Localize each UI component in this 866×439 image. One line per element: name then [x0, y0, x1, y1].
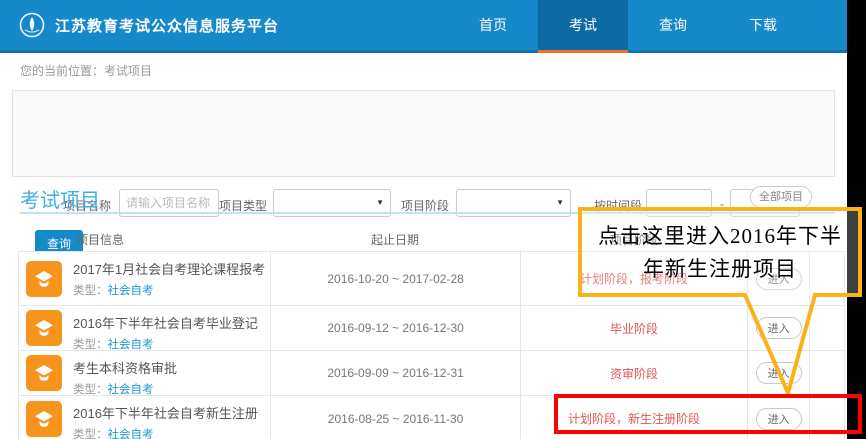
graduation-cap-icon: [34, 363, 54, 383]
project-type: 类型：社会自考: [73, 426, 270, 439]
project-type-link[interactable]: 社会自考: [108, 429, 154, 439]
annotation-highlight-rect: [554, 394, 862, 434]
project-info-cell: 考生本科资格审批类型：社会自考: [19, 351, 270, 395]
date-range-cell: 2016-09-09 ~ 2016-12-31: [270, 351, 519, 395]
all-projects-button[interactable]: 全部项目: [750, 186, 812, 208]
callout-text-line1: 点击这里进入2016年下半: [598, 224, 842, 248]
project-icon: [26, 310, 62, 346]
date-range-cell: 2016-09-12 ~ 2016-12-30: [270, 306, 519, 350]
project-type-prefix: 类型：: [73, 339, 108, 351]
graduation-cap-icon: [34, 269, 54, 289]
project-info-cell: 2016年下半年社会自考毕业登记类型：社会自考: [19, 306, 270, 350]
caret-down-icon: ▼: [376, 199, 384, 207]
section-title: 考试项目: [20, 184, 100, 213]
project-icon: [26, 401, 62, 437]
col-header-date-range: 起止日期: [270, 231, 520, 248]
filter-panel: 项目名称 项目类型 ▼ 项目阶段 ▼ 按时间段 - 查询: [12, 90, 835, 177]
nav-tab[interactable]: 下载: [718, 0, 808, 53]
project-type-prefix: 类型：: [73, 285, 108, 297]
project-type: 类型：社会自考: [73, 336, 270, 352]
project-title: 2016年下半年社会自考新生注册: [73, 403, 270, 422]
top-navigation-bar: 江苏教育考试公众信息服务平台 首页考试查询下载: [0, 0, 847, 53]
project-type-link[interactable]: 社会自考: [108, 285, 154, 297]
annotation-callout-tail: [560, 293, 866, 399]
project-icon: [26, 355, 62, 391]
brand: 江苏教育考试公众信息服务平台: [18, 0, 279, 50]
project-info-cell: 2017年1月社会自考理论课程报考类型：社会自考: [19, 252, 270, 305]
nav-tab[interactable]: 考试: [538, 0, 628, 53]
nav-tabs: 首页考试查询下载: [448, 0, 808, 53]
emblem-torch-icon: [18, 11, 46, 39]
graduation-cap-icon: [34, 318, 54, 338]
col-header-project-info: 项目信息: [76, 231, 124, 248]
project-type: 类型：社会自考: [73, 381, 270, 397]
caret-down-icon: ▼: [556, 199, 564, 207]
screenshot-root: 江苏教育考试公众信息服务平台 首页考试查询下载 您的当前位置：考试项目 项目名称…: [0, 0, 866, 439]
annotation-callout: 点击这里进入2016年下半 年新生注册项目: [578, 207, 862, 297]
callout-text-line2: 年新生注册项目: [643, 257, 797, 281]
project-info-cell: 2016年下半年社会自考新生注册类型：社会自考: [19, 396, 270, 439]
project-type-prefix: 类型：: [73, 429, 108, 439]
nav-tab[interactable]: 首页: [448, 0, 538, 53]
date-range-cell: 2016-08-25 ~ 2016-11-30: [270, 396, 519, 439]
project-title: 考生本科资格审批: [73, 358, 270, 377]
project-title: 2017年1月社会自考理论课程报考: [73, 259, 270, 278]
graduation-cap-icon: [34, 409, 54, 429]
project-type-link[interactable]: 社会自考: [108, 339, 154, 351]
project-type-prefix: 类型：: [73, 384, 108, 396]
date-range-cell: 2016-10-20 ~ 2017-02-28: [270, 252, 519, 305]
project-type: 类型：社会自考: [73, 282, 270, 298]
site-title: 江苏教育考试公众信息服务平台: [55, 15, 279, 36]
project-type-link[interactable]: 社会自考: [108, 384, 154, 396]
project-title: 2016年下半年社会自考毕业登记: [73, 313, 270, 332]
project-icon: [26, 261, 62, 297]
nav-tab[interactable]: 查询: [628, 0, 718, 53]
breadcrumb: 您的当前位置：考试项目: [20, 62, 152, 79]
